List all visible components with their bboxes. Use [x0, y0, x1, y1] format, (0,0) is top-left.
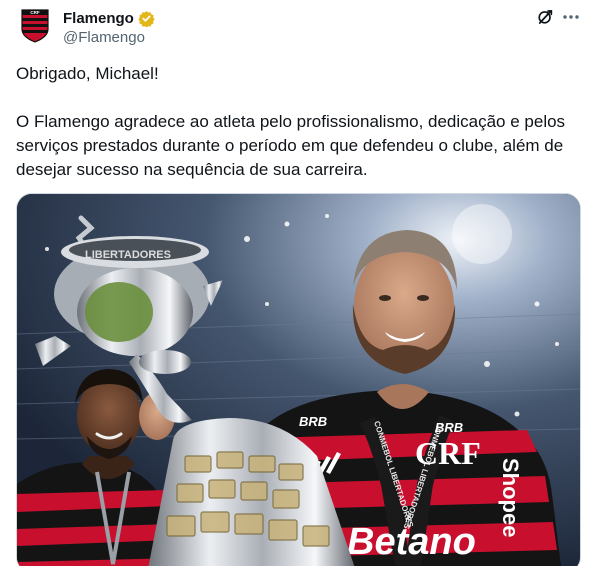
flamengo-crest-icon: CRF: [21, 9, 49, 43]
display-name[interactable]: Flamengo: [63, 10, 134, 27]
tweet-line-1: Obrigado, Michael!: [16, 64, 159, 83]
tweet-paragraph-2: O Flamengo agradece ao atleta pelo profi…: [16, 112, 570, 179]
crf-crest-text: CRF: [415, 435, 481, 471]
author-block: Flamengo @Flamengo: [63, 8, 155, 46]
handle[interactable]: @Flamengo: [63, 29, 155, 46]
tweet-text: Obrigado, Michael! O Flamengo agradece a…: [16, 62, 582, 182]
gold-verified-icon[interactable]: [138, 10, 155, 27]
shirt-brand-side: Shopee: [498, 458, 523, 537]
shirt-front-sponsor: Betano: [347, 521, 476, 563]
more-icon: [563, 15, 579, 19]
tweet: CRF Flamengo @Flamengo Obrigado, Michael…: [0, 0, 596, 566]
svg-text:CRF: CRF: [30, 10, 39, 15]
grok-button[interactable]: [535, 7, 555, 27]
tweet-photo[interactable]: CONMEBOL LIBERTADORES CONMEBOL LIBERTADO…: [16, 193, 581, 566]
shirt-sponsor-left: BRB: [299, 414, 327, 429]
shirt-sponsor-right: BRB: [435, 420, 463, 435]
more-button[interactable]: [560, 7, 582, 27]
name-row: Flamengo: [63, 8, 155, 28]
trophy-band-text: LIBERTADORES: [85, 249, 171, 261]
grok-icon: [538, 10, 553, 24]
avatar[interactable]: CRF: [15, 6, 55, 46]
